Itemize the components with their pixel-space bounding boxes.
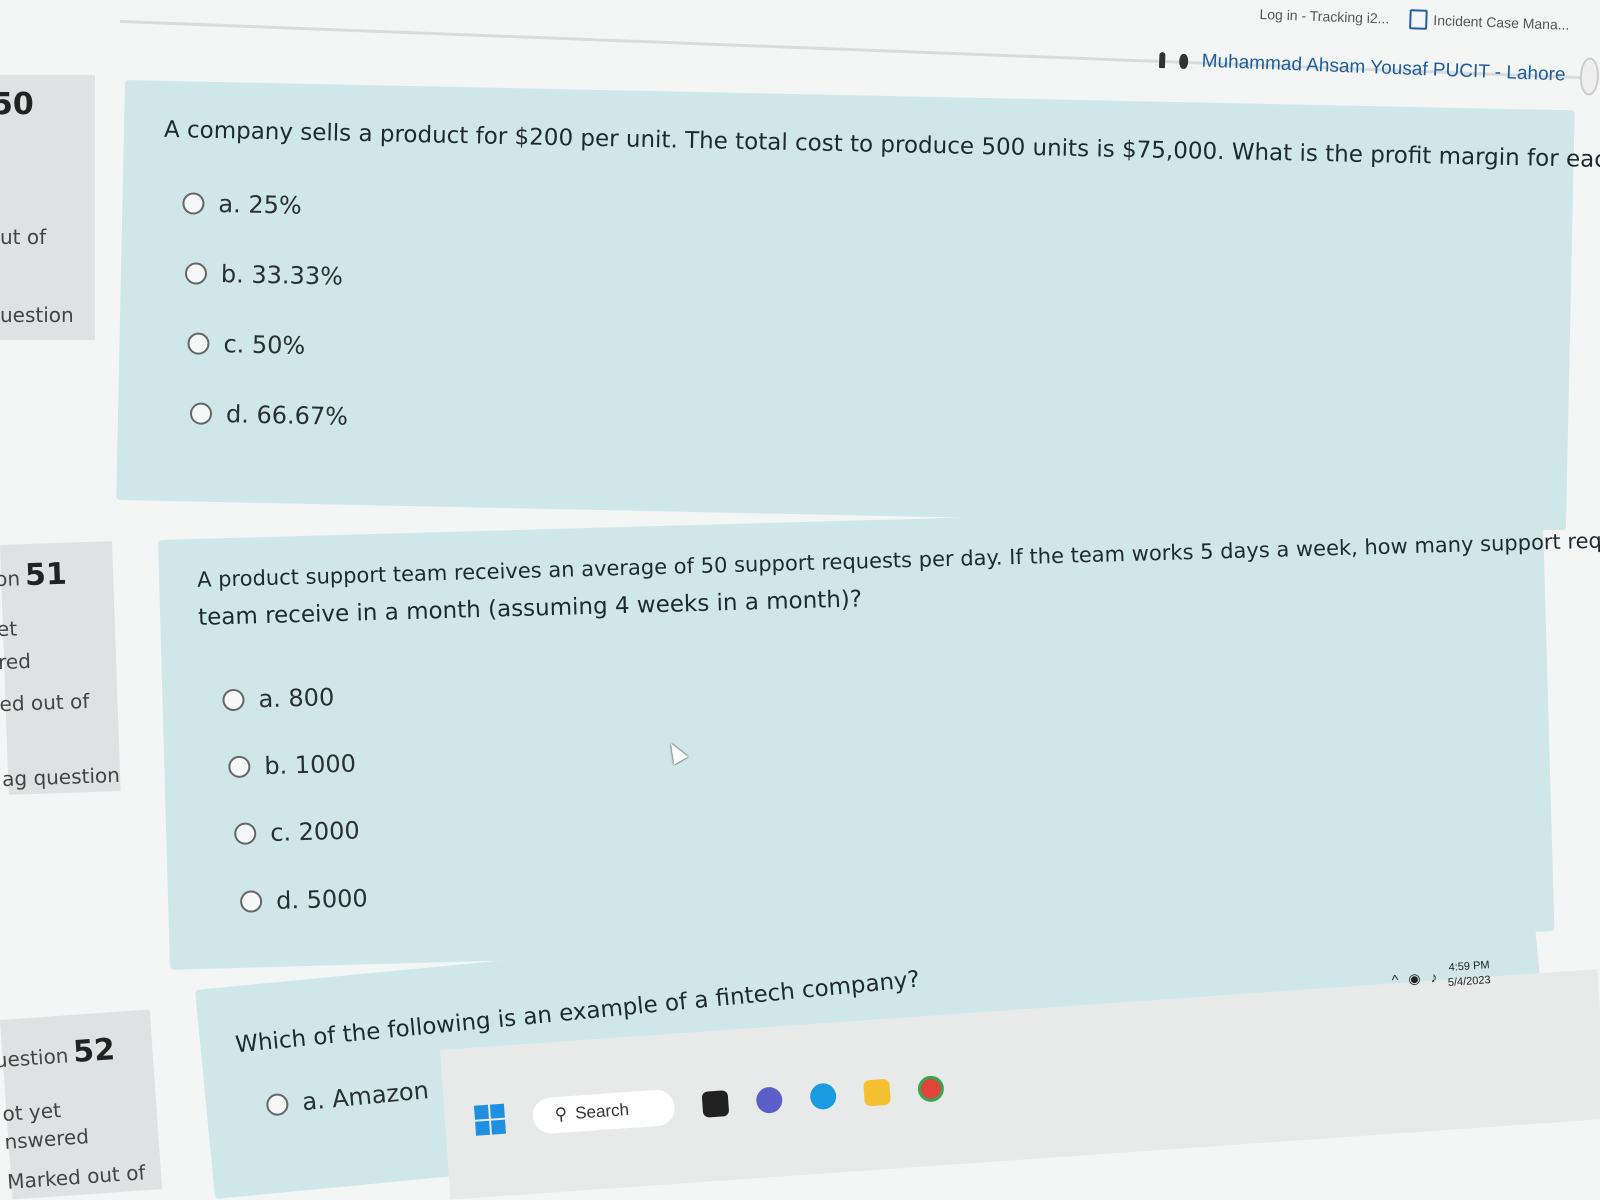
answer-option-a[interactable]: a. Amazon: [265, 1076, 430, 1119]
answer-option-b[interactable]: b. 33.33%: [184, 259, 344, 291]
answer-option-b[interactable]: b. 1000: [228, 750, 356, 782]
question-text-line-1: A product support team receives an avera…: [196, 524, 1600, 592]
avatar[interactable]: [1578, 57, 1600, 96]
option-label: b. 33.33%: [220, 260, 344, 291]
file-explorer-icon[interactable]: [863, 1078, 891, 1107]
option-label: a. 800: [258, 683, 335, 714]
option-label: d. 5000: [275, 884, 369, 915]
radio-button[interactable]: [222, 688, 245, 712]
task-view-icon[interactable]: [701, 1090, 730, 1118]
user-name[interactable]: Muhammad Ahsam Yousaf PUCIT - Lahore: [1201, 51, 1566, 87]
chevron-up-icon[interactable]: ^: [1391, 971, 1399, 987]
answer-option-d[interactable]: d. 66.67%: [189, 399, 349, 431]
bookmark-label: Incident Case Mana...: [1433, 12, 1570, 33]
option-label: c. 2000: [269, 816, 361, 847]
status-text-2: nswered: [3, 1124, 90, 1154]
question-number: 51: [24, 556, 68, 594]
radio-button[interactable]: [187, 332, 210, 355]
taskbar-search[interactable]: ⚲ Search: [531, 1088, 676, 1135]
radio-button[interactable]: [228, 755, 251, 779]
clock[interactable]: 4:59 PM 5/4/2023: [1446, 958, 1491, 991]
question-info-50: 50 ut of uestion: [0, 75, 95, 340]
radio-button[interactable]: [239, 890, 263, 913]
marks-text: Marked out of: [6, 1160, 147, 1194]
bookmark-tracking[interactable]: Log in - Tracking i2...: [1259, 6, 1389, 27]
bookmark-incident-case[interactable]: Incident Case Mana...: [1409, 9, 1570, 35]
radio-button[interactable]: [182, 192, 205, 215]
status-text: ot yet: [1, 1098, 62, 1127]
question-card-50: A company sells a product for $200 per u…: [116, 80, 1600, 531]
question-info-52: uestion 52 ot yet nswered Marked out of: [0, 1009, 163, 1200]
clock-date: 5/4/2023: [1447, 974, 1492, 990]
marks-text: ed out of: [0, 688, 90, 717]
radio-button[interactable]: [184, 262, 208, 285]
flag-question-text[interactable]: uestion: [0, 303, 74, 327]
search-label: Search: [574, 1099, 630, 1123]
messages-icon[interactable]: [1179, 53, 1189, 69]
edge-browser-icon[interactable]: [809, 1082, 838, 1111]
question-number: 52: [72, 1032, 117, 1070]
teams-chat-icon[interactable]: [755, 1086, 784, 1115]
document-icon: [1409, 9, 1428, 30]
option-label: a. 25%: [218, 189, 303, 220]
answer-option-a[interactable]: a. 800: [222, 683, 335, 714]
volume-icon[interactable]: ♪: [1430, 969, 1438, 985]
user-header: Muhammad Ahsam Yousaf PUCIT - Lahore: [1158, 40, 1600, 97]
option-label: d. 66.67%: [225, 400, 349, 431]
chrome-browser-icon[interactable]: [917, 1074, 945, 1103]
answer-option-c[interactable]: c. 50%: [187, 329, 306, 360]
question-heading: uestion 52: [0, 1032, 116, 1075]
status-text-2: red: [0, 649, 32, 675]
status-text: et: [0, 616, 18, 642]
question-info-51: on 51 et red ed out of ag question: [0, 541, 121, 795]
notification-bell-icon[interactable]: [1158, 51, 1166, 69]
answer-option-a[interactable]: a. 25%: [182, 189, 303, 220]
question-number: 50: [0, 87, 34, 122]
radio-button[interactable]: [265, 1092, 290, 1117]
answer-option-c[interactable]: c. 2000: [233, 816, 361, 847]
search-icon: ⚲: [554, 1104, 568, 1125]
taskbar-apps: ⚲ Search: [473, 1070, 945, 1139]
radio-button[interactable]: [189, 402, 213, 425]
question-heading: on 51: [0, 557, 67, 594]
option-label: b. 1000: [263, 749, 357, 781]
windows-start-icon[interactable]: [473, 1103, 506, 1136]
question-text: A company sells a product for $200 per u…: [163, 116, 1600, 176]
bookmark-label: Log in - Tracking i2...: [1259, 5, 1390, 27]
flag-question-text[interactable]: ag question: [2, 763, 120, 791]
option-label: a. Amazon: [300, 1076, 430, 1117]
option-label: c. 50%: [223, 330, 306, 360]
answer-option-d[interactable]: d. 5000: [239, 884, 369, 916]
question-prefix: uestion: [0, 1043, 70, 1073]
bookmarks-bar: Log in - Tracking i2... Incident Case Ma…: [1259, 0, 1600, 40]
network-icon[interactable]: ◉: [1408, 969, 1421, 987]
question-prefix: on: [0, 566, 21, 592]
marks-text: ut of: [0, 225, 47, 249]
radio-button[interactable]: [233, 822, 257, 845]
